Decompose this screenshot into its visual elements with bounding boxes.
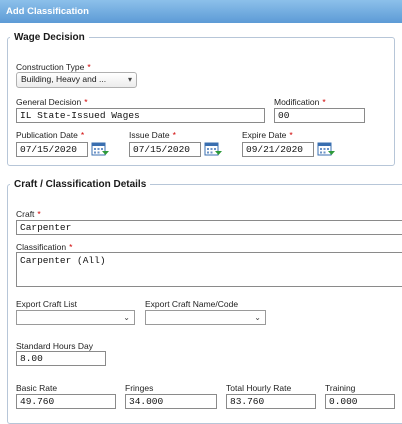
standard-hours-day-input[interactable]: 8.00 <box>16 351 106 366</box>
publication-date-input[interactable]: 07/15/2020 <box>16 142 88 157</box>
construction-type-value: Building, Heavy and ... <box>21 74 107 84</box>
issue-date-input[interactable]: 07/15/2020 <box>129 142 201 157</box>
construction-type-label: Construction Type * <box>16 62 91 72</box>
classification-textarea[interactable]: Carpenter (All) <box>16 252 402 287</box>
export-craft-name-code-select[interactable]: ⌄ <box>145 310 266 325</box>
export-craft-list-select[interactable]: ⌄ <box>16 310 135 325</box>
classification-label: Classification * <box>16 242 73 252</box>
chevron-down-icon: ⌄ <box>254 313 261 322</box>
calendar-icon[interactable] <box>204 141 223 157</box>
craft-input[interactable]: Carpenter <box>16 220 402 235</box>
export-craft-list-label: Export Craft List <box>16 299 77 309</box>
general-decision-label: General Decision * <box>16 97 88 107</box>
chevron-down-icon: ▾ <box>127 75 132 84</box>
total-hourly-rate-input[interactable]: 83.760 <box>226 394 316 409</box>
standard-hours-day-label: Standard Hours Day <box>16 341 94 351</box>
export-craft-name-code-label: Export Craft Name/Code <box>145 299 239 309</box>
fringes-input[interactable]: 34.000 <box>125 394 217 409</box>
construction-type-select[interactable]: Building, Heavy and ... ▾ <box>16 72 137 88</box>
publication-date-label: Publication Date * <box>16 130 85 140</box>
craft-label: Craft * <box>16 209 41 219</box>
craft-details-legend: Craft / Classification Details <box>14 179 147 190</box>
dialog-title: Add Classification <box>0 0 402 23</box>
basic-rate-label: Basic Rate <box>16 383 58 393</box>
chevron-down-icon: ⌄ <box>123 313 130 322</box>
training-label: Training <box>325 383 356 393</box>
fringes-label: Fringes <box>125 383 154 393</box>
general-decision-input[interactable]: IL State-Issued Wages <box>16 108 265 123</box>
expire-date-input[interactable]: 09/21/2020 <box>242 142 314 157</box>
calendar-icon[interactable] <box>91 141 110 157</box>
modification-input[interactable]: 00 <box>274 108 365 123</box>
total-hourly-rate-label: Total Hourly Rate <box>226 383 292 393</box>
issue-date-label: Issue Date * <box>129 130 176 140</box>
modification-label: Modification * <box>274 97 326 107</box>
basic-rate-input[interactable]: 49.760 <box>16 394 116 409</box>
calendar-icon[interactable] <box>317 141 336 157</box>
expire-date-label: Expire Date * <box>242 130 293 140</box>
training-input[interactable]: 0.000 <box>325 394 395 409</box>
wage-decision-legend: Wage Decision <box>14 32 85 43</box>
